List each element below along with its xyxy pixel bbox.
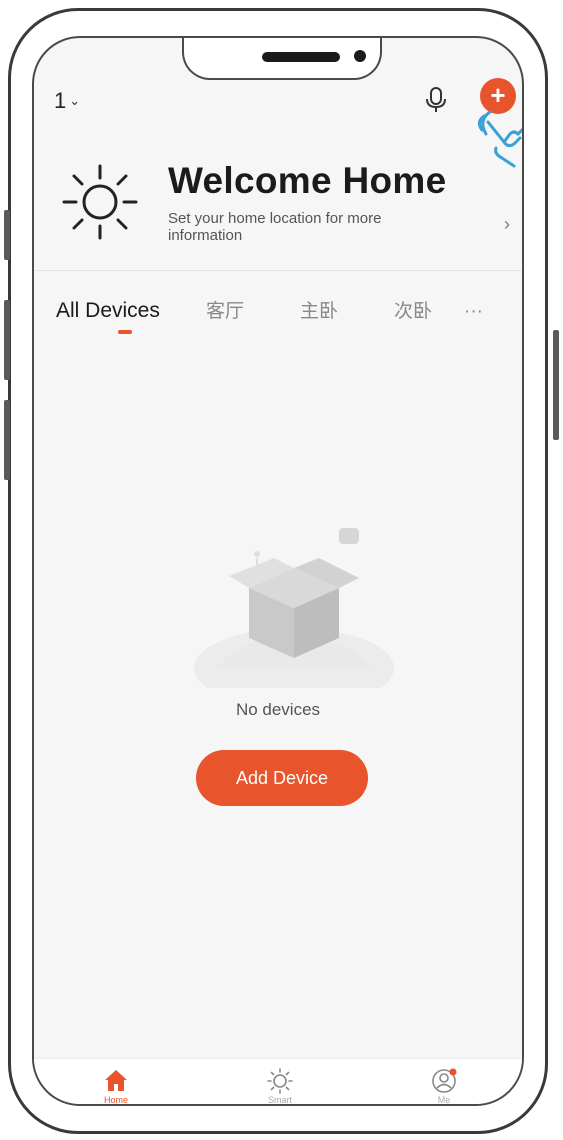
chevron-right-icon[interactable]: › [504, 214, 510, 235]
nav-smart[interactable]: Smart [250, 1067, 310, 1105]
speaker [262, 52, 340, 62]
camera [354, 50, 366, 62]
tab-all-devices[interactable]: All Devices [56, 299, 206, 323]
tab-living-room[interactable]: 客厅 [206, 296, 300, 323]
app-screen: 1 ⌄ + Welcome Home Set your home locatio… [32, 36, 524, 1106]
nav-home[interactable]: Home [86, 1067, 146, 1105]
pointing-hand-icon [477, 110, 522, 168]
home-selector[interactable]: 1 ⌄ [54, 88, 80, 114]
tab-more[interactable]: ··· [464, 301, 483, 323]
phone-notch [182, 38, 382, 80]
chevron-down-icon: ⌄ [69, 93, 81, 108]
tab-indicator [118, 330, 132, 334]
nav-home-label: Home [103, 1095, 128, 1105]
divider [34, 270, 522, 271]
sun-icon [267, 1068, 293, 1094]
plus-icon: + [490, 80, 506, 110]
tab-master-bedroom[interactable]: 主卧 [300, 296, 394, 323]
phone-side-button [553, 330, 559, 440]
sun-icon [62, 164, 138, 240]
empty-state-message: No devices [235, 700, 321, 719]
home-icon [105, 1070, 127, 1091]
home-location-prompt[interactable]: Set your home location for more informat… [168, 210, 458, 244]
bottom-navigation: Home Smart Me [34, 1058, 522, 1105]
add-device-button[interactable]: Add Device [196, 750, 368, 806]
phone-side-button [4, 210, 10, 260]
microphone-icon[interactable] [424, 86, 448, 114]
phone-side-button [4, 400, 10, 480]
profile-icon [432, 1068, 457, 1093]
tab-second-bedroom[interactable]: 次卧 [394, 296, 464, 323]
page-title: Welcome Home [168, 160, 447, 201]
room-tabs: All Devices 客厅 主卧 次卧 ··· [56, 296, 516, 323]
home-selector-label: 1 [54, 88, 67, 113]
nav-smart-label: Smart [267, 1095, 292, 1105]
nav-me[interactable]: Me [414, 1067, 474, 1105]
empty-box-illustration [194, 528, 394, 688]
phone-side-button [4, 300, 10, 380]
nav-me-label: Me [437, 1095, 451, 1105]
